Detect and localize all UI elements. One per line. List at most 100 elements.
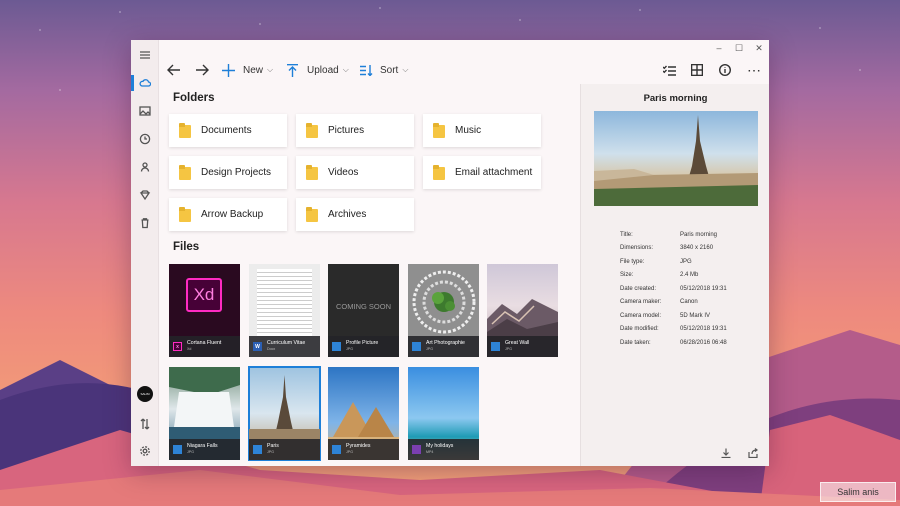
more-options-icon[interactable]: ⋯: [747, 61, 762, 79]
file-name: Curriculum Vitae: [267, 340, 306, 347]
avatar[interactable]: SALIM: [137, 386, 153, 402]
meta-value: 05/12/2018 19:31: [680, 326, 727, 333]
meta-key: Title:: [620, 231, 633, 238]
file-name: Pyramides: [346, 443, 371, 450]
file-tile-selected[interactable]: Paris JPG: [248, 366, 321, 461]
info-button[interactable]: [719, 61, 731, 79]
diamond-icon[interactable]: [138, 188, 152, 202]
meta-key: Size:: [620, 272, 634, 279]
meta-key: Date taken:: [620, 339, 651, 346]
file-name: Great Wall: [505, 340, 530, 347]
meta-key: Camera maker:: [620, 299, 662, 306]
files-heading: Files: [173, 241, 200, 253]
clock-icon[interactable]: [138, 132, 152, 146]
checklist-icon: [663, 65, 676, 76]
file-type: JPG: [346, 450, 353, 455]
meta-key: Camera model:: [620, 312, 662, 319]
file-type: MP4: [426, 450, 434, 455]
minimize-button[interactable]: –: [709, 40, 729, 56]
folder-tile[interactable]: Videos: [296, 156, 414, 189]
select-list-button[interactable]: [663, 61, 676, 79]
meta-row: File type: JPG: [620, 255, 727, 269]
file-name: My holidays: [426, 443, 454, 450]
download-button[interactable]: [721, 445, 733, 459]
new-button[interactable]: New ⌵: [222, 61, 273, 79]
folder-icon: [179, 207, 191, 222]
file-name: Niagara Falls: [187, 443, 218, 450]
meta-value: 06/28/2016 06:48: [680, 339, 727, 346]
file-tile[interactable]: Xd x Cortana Fluent Xd: [169, 264, 240, 357]
meta-row: Date created: 05/12/2018 19:31: [620, 282, 727, 296]
folder-tile[interactable]: Pictures: [296, 114, 414, 147]
file-tile[interactable]: W Curriculum Vitae Docx: [249, 264, 320, 357]
person-icon[interactable]: [138, 160, 152, 174]
folder-icon: [306, 165, 318, 180]
app-window: SALIM – ☐ ✕ New ⌵ Upload ⌵ Sort ⌵ ⋯ Fold…: [131, 40, 769, 466]
grid-icon: [691, 64, 703, 76]
back-button[interactable]: [167, 61, 181, 79]
file-tile[interactable]: Art Photographie JPG: [408, 264, 479, 357]
folder-icon: [433, 123, 445, 138]
close-button[interactable]: ✕: [749, 40, 769, 56]
trash-icon[interactable]: [138, 216, 152, 230]
file-tile[interactable]: Great Wall JPG: [487, 264, 558, 357]
folder-name: Music: [455, 125, 482, 136]
meta-row: Date taken: 06/28/2016 06:48: [620, 336, 727, 350]
folder-tile[interactable]: Documents: [169, 114, 287, 147]
file-name: Cortana Fluent: [187, 340, 222, 347]
file-tile[interactable]: COMING SOON Profile Picture JPG: [328, 264, 399, 357]
file-tile[interactable]: Pyramides JPG: [328, 367, 399, 460]
file-type: JPG: [426, 347, 433, 352]
file-type: JPG: [267, 450, 274, 455]
sort-icon: [360, 64, 373, 76]
share-icon: [748, 448, 758, 459]
file-name: Art Photographie: [426, 340, 465, 347]
sync-arrows-icon[interactable]: [138, 417, 152, 431]
metadata-list: Title: Paris morning Dimensions: 3840 x 21…: [620, 228, 727, 350]
image-file-icon: [332, 342, 341, 351]
meta-value: Canon: [680, 299, 698, 306]
file-tile[interactable]: My holidays MP4: [408, 367, 479, 460]
folder-name: Documents: [201, 125, 252, 136]
upload-icon: [287, 63, 298, 77]
file-tile[interactable]: Niagara Falls JPG: [169, 367, 240, 460]
meta-value: 5D Mark IV: [680, 312, 711, 319]
folder-tile[interactable]: Arrow Backup: [169, 198, 287, 231]
preview-image: [594, 111, 758, 206]
details-title: Paris morning: [643, 93, 708, 104]
hamburger-icon[interactable]: [138, 48, 152, 62]
meta-value: 05/12/2018 19:31: [680, 285, 727, 292]
maximize-button[interactable]: ☐: [729, 40, 749, 56]
meta-row: Date modified: 05/12/2018 19:31: [620, 323, 727, 337]
cloud-icon[interactable]: [138, 76, 152, 90]
image-icon[interactable]: [138, 104, 152, 118]
share-button[interactable]: [748, 445, 760, 459]
coming-soon-text: COMING SOON: [335, 302, 391, 311]
folder-name: Email attachment: [455, 167, 533, 178]
meta-key: Dimensions:: [620, 245, 654, 252]
folder-name: Pictures: [328, 125, 365, 136]
toolbar: – ☐ ✕ New ⌵ Upload ⌵ Sort ⌵ ⋯: [159, 40, 769, 84]
word-file-icon: W: [253, 342, 262, 351]
grid-view-button[interactable]: [691, 61, 703, 79]
folder-name: Design Projects: [201, 167, 272, 178]
folder-tile[interactable]: Archives: [296, 198, 414, 231]
folder-tile[interactable]: Email attachment: [423, 156, 541, 189]
settings-gear-icon[interactable]: [138, 444, 152, 458]
folder-tile[interactable]: Design Projects: [169, 156, 287, 189]
chevron-down-icon: ⌵: [402, 65, 409, 74]
meta-value: 3840 x 2160: [680, 245, 714, 252]
image-file-icon: [253, 445, 262, 454]
upload-button[interactable]: Upload ⌵: [287, 61, 349, 79]
taskbar-user-button[interactable]: Salim anis: [820, 482, 896, 502]
sort-button[interactable]: Sort ⌵: [360, 61, 408, 79]
file-name: Paris: [267, 443, 279, 450]
file-name: Profile Picture: [346, 340, 379, 347]
meta-key: Date modified:: [620, 326, 659, 333]
folder-tile[interactable]: Music: [423, 114, 541, 147]
download-icon: [721, 448, 731, 459]
meta-value: JPG: [680, 258, 692, 265]
forward-button[interactable]: [195, 61, 209, 79]
content-area: Folders Documents Pictures Music Design …: [159, 84, 580, 466]
sort-label: Sort: [380, 64, 399, 76]
